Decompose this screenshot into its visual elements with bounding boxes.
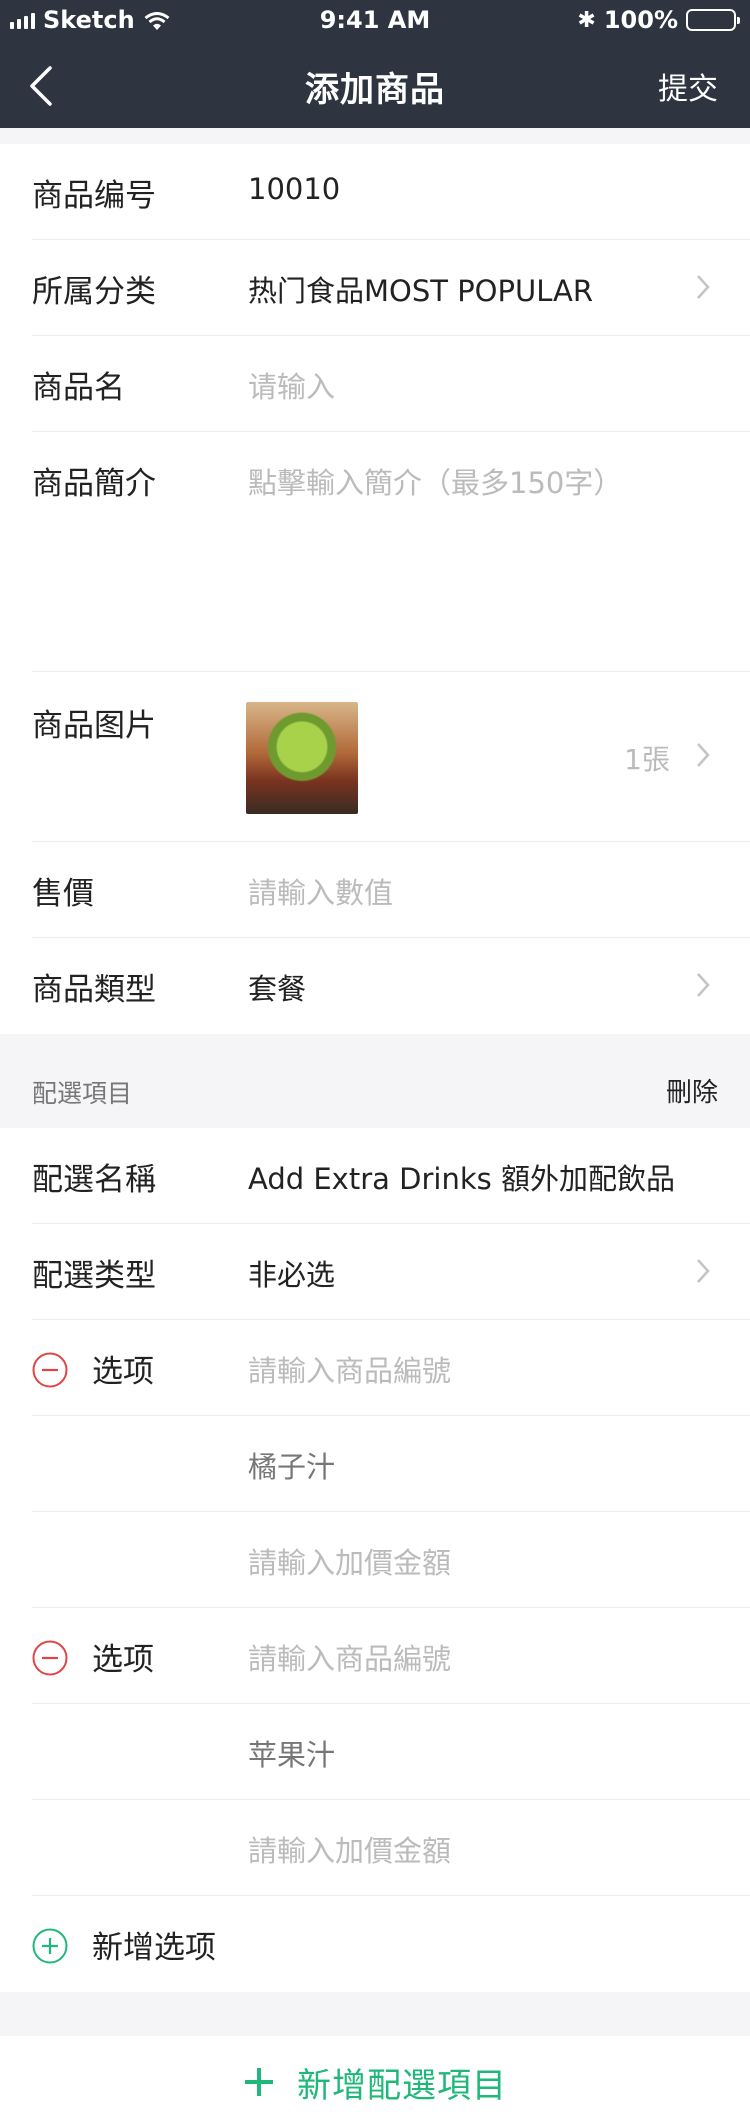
product-number-value[interactable]: 10010: [248, 172, 340, 206]
product-number-row: 商品编号 10010: [32, 144, 750, 240]
delete-group-button[interactable]: 刪除: [666, 1072, 718, 1109]
battery-percent: 100%: [603, 6, 678, 34]
bluetooth-icon: ✱: [577, 7, 596, 33]
submit-button[interactable]: 提交: [658, 64, 718, 108]
remove-circle-icon[interactable]: [32, 1640, 68, 1676]
add-option-label: 新增选项: [92, 1930, 216, 1966]
category-label: 所属分类: [32, 274, 156, 310]
chevron-right-icon: [696, 1258, 710, 1284]
options-group-section: 配選名稱 Add Extra Drinks 額外加配飲品 配選类型 非必选 选项…: [0, 1128, 750, 1992]
plus-icon: [243, 2066, 275, 2098]
price-label: 售價: [32, 876, 94, 912]
option-label: 选项: [92, 1642, 154, 1678]
product-type-row[interactable]: 商品類型 套餐: [32, 938, 750, 1034]
product-intro-row: 商品簡介 點擊輸入簡介（最多150字）: [32, 432, 750, 672]
add-circle-icon[interactable]: [32, 1928, 68, 1964]
option-item-name[interactable]: 橘子汁: [248, 1444, 335, 1486]
navigation-bar: 添加商品 提交: [0, 44, 750, 128]
product-image-row[interactable]: 商品图片 1張: [32, 672, 750, 842]
product-type-label: 商品類型: [32, 972, 156, 1008]
product-name-input[interactable]: 请输入: [248, 364, 335, 406]
option-name-value[interactable]: Add Extra Drinks 額外加配飲品: [248, 1156, 675, 1198]
option-name-row: 配選名稱 Add Extra Drinks 額外加配飲品: [32, 1128, 750, 1224]
product-number-label: 商品编号: [32, 178, 156, 214]
product-intro-label: 商品簡介: [32, 466, 156, 502]
status-bar: Sketch 9:41 AM ✱ 100%: [0, 0, 750, 40]
option-name-field-row: 橘子汁: [32, 1416, 750, 1512]
product-image-label: 商品图片: [32, 708, 156, 744]
option-item: 选项 請輸入商品編號: [32, 1608, 750, 1704]
add-option-group-button[interactable]: 新增配選項目: [0, 2036, 750, 2128]
option-price-input[interactable]: 請輸入加價金額: [248, 1540, 451, 1582]
product-intro-input[interactable]: 點擊輸入簡介（最多150字）: [248, 460, 622, 502]
product-info-section: 商品编号 10010 所属分类 热门食品MOST POPULAR 商品名 请输入…: [0, 144, 750, 1034]
option-price-row: 請輸入加價金額: [32, 1800, 750, 1896]
option-type-row[interactable]: 配選类型 非必选: [32, 1224, 750, 1320]
option-code-input[interactable]: 請輸入商品編號: [248, 1636, 451, 1678]
product-name-label: 商品名: [32, 370, 125, 406]
category-value: 热门食品MOST POPULAR: [248, 274, 594, 308]
remove-circle-icon[interactable]: [32, 1352, 68, 1388]
option-name-field-row: 苹果汁: [32, 1704, 750, 1800]
option-label: 选项: [92, 1354, 154, 1390]
category-row[interactable]: 所属分类 热门食品MOST POPULAR: [32, 240, 750, 336]
option-item-name[interactable]: 苹果汁: [248, 1732, 335, 1774]
image-count: 1張: [624, 743, 670, 776]
option-type-label: 配選类型: [32, 1258, 156, 1294]
product-thumbnail[interactable]: [246, 702, 358, 814]
option-code-input[interactable]: 請輸入商品編號: [248, 1348, 451, 1390]
product-name-row: 商品名 请输入: [32, 336, 750, 432]
price-input[interactable]: 請輸入數值: [248, 870, 393, 912]
chevron-right-icon: [696, 972, 710, 998]
option-name-label: 配選名稱: [32, 1162, 156, 1198]
option-item: 选项 請輸入商品編號: [32, 1320, 750, 1416]
header-bar: Sketch 9:41 AM ✱ 100% 添加商品 提交: [0, 0, 750, 128]
battery-icon: [686, 9, 740, 31]
add-option-row[interactable]: 新增选项: [32, 1896, 750, 1992]
options-group-header: 配選項目 刪除: [0, 1040, 750, 1128]
option-price-input[interactable]: 請輸入加價金額: [248, 1828, 451, 1870]
product-type-value: 套餐: [248, 972, 307, 1006]
add-option-group-label: 新增配選項目: [297, 2065, 507, 2106]
price-row: 售價 請輸入數值: [32, 842, 750, 938]
chevron-right-icon: [696, 274, 710, 300]
page-title: 添加商品: [305, 70, 445, 110]
option-price-row: 請輸入加價金額: [32, 1512, 750, 1608]
chevron-right-icon: [696, 742, 710, 768]
options-group-title: 配選項目: [32, 1079, 133, 1108]
option-type-value: 非必选: [248, 1258, 336, 1292]
